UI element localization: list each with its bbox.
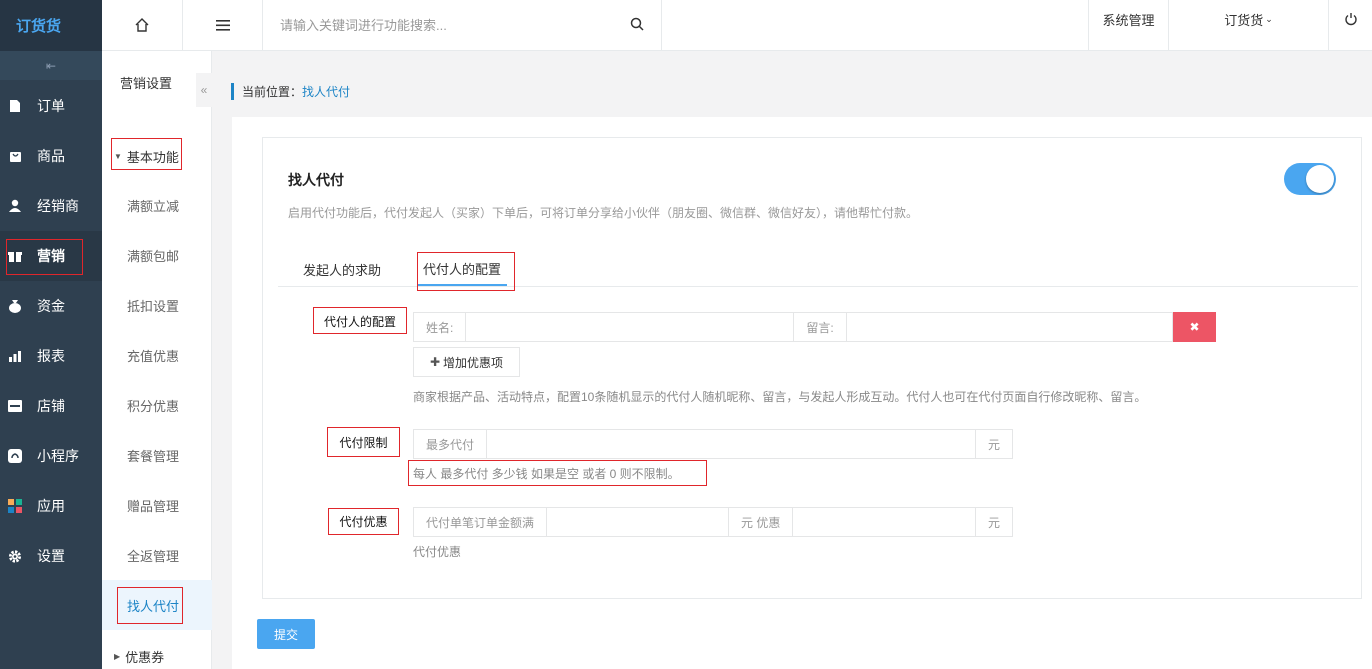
- nav-label: 资金: [37, 298, 65, 314]
- subnav-group-label: 优惠券: [125, 650, 165, 665]
- collapse-subnav-button[interactable]: «: [196, 73, 212, 107]
- search-bar: [263, 0, 662, 50]
- search-input[interactable]: [280, 3, 620, 47]
- power-icon: [1344, 13, 1357, 26]
- nav-label: 商品: [37, 148, 65, 164]
- payer-name-input[interactable]: [466, 313, 794, 341]
- currency-unit-addon: 元: [974, 508, 1012, 536]
- collapse-menu-icon[interactable]: ⇤: [0, 51, 102, 80]
- max-payment-input[interactable]: [487, 430, 975, 458]
- home-icon: [135, 18, 149, 32]
- nav-label: 应用: [37, 498, 65, 514]
- message-addon: 留言:: [793, 313, 847, 341]
- power-button[interactable]: [1329, 0, 1372, 50]
- double-chevron-left-icon: «: [200, 83, 208, 97]
- subnav-item[interactable]: 充值优惠: [102, 330, 212, 380]
- subnav-item[interactable]: 满额包邮: [102, 230, 212, 280]
- enable-toggle[interactable]: [1284, 163, 1336, 195]
- payment-limit-input-group: 最多代付 元: [413, 429, 1013, 459]
- payer-config-hint: 商家根据产品、活动特点，配置10条随机显示的代付人随机昵称、留言，与发起人形成互…: [413, 390, 1147, 404]
- document-icon: [8, 99, 22, 113]
- subnav-item[interactable]: 抵扣设置: [102, 280, 212, 330]
- nav-item-orders[interactable]: 订单: [0, 81, 102, 131]
- highlight-box: [408, 460, 707, 486]
- discount-addon: 元 优惠: [728, 508, 794, 536]
- add-discount-item-label: 增加优惠项: [443, 355, 504, 370]
- nav-item-settings[interactable]: 设置: [0, 531, 102, 581]
- card-title: 找人代付: [288, 172, 344, 188]
- nav-item-apps[interactable]: 应用: [0, 481, 102, 531]
- remove-row-button[interactable]: ✖: [1173, 312, 1216, 342]
- discount-amount-input[interactable]: [793, 508, 975, 536]
- payer-config-input-group: 姓名: 留言:: [413, 312, 1173, 342]
- nav-item-reports[interactable]: 报表: [0, 331, 102, 381]
- highlight-box: [313, 307, 407, 334]
- nav-item-products[interactable]: 商品: [0, 131, 102, 181]
- subnav-group-coupons[interactable]: ▶ 优惠券: [114, 647, 164, 666]
- logo[interactable]: 订货货: [0, 0, 102, 51]
- order-amount-input[interactable]: [547, 508, 729, 536]
- top-header: 系统管理 订货货 ⌄: [102, 0, 1372, 51]
- store-icon: [8, 399, 22, 413]
- caret-right-icon: ▶: [114, 652, 121, 661]
- max-payment-addon: 最多代付: [414, 430, 488, 458]
- subnav-item[interactable]: 积分优惠: [102, 380, 212, 430]
- name-addon: 姓名:: [414, 313, 467, 341]
- payment-discount-input-group: 代付单笔订单金额满 元 优惠 元: [413, 507, 1013, 537]
- nav-label: 报表: [37, 348, 65, 364]
- submit-button[interactable]: 提交: [257, 619, 315, 649]
- subnav-item[interactable]: 全返管理: [102, 530, 212, 580]
- payer-message-input[interactable]: [846, 313, 1172, 341]
- breadcrumb-prefix: 当前位置：: [242, 85, 303, 99]
- apps-icon: [8, 499, 22, 513]
- search-icon[interactable]: [630, 17, 644, 31]
- subnav-item[interactable]: 赠品管理: [102, 480, 212, 530]
- nav-item-store[interactable]: 店铺: [0, 381, 102, 431]
- order-amount-addon: 代付单笔订单金额满: [414, 508, 548, 536]
- money-bag-icon: [8, 299, 22, 313]
- nav-item-mini-program[interactable]: 小程序: [0, 431, 102, 481]
- highlight-box: [417, 252, 515, 291]
- user-icon: [8, 199, 22, 213]
- nav-label: 店铺: [37, 398, 65, 414]
- system-management-label: 系统管理: [1102, 12, 1155, 28]
- breadcrumb-current[interactable]: 找人代付: [302, 83, 350, 100]
- chevron-down-icon: ⌄: [1265, 13, 1273, 24]
- account-label: 订货货: [1224, 12, 1264, 28]
- hamburger-icon: [215, 20, 230, 31]
- system-management-link[interactable]: 系统管理: [1088, 0, 1169, 50]
- home-button[interactable]: [102, 0, 183, 50]
- highlight-box: [111, 138, 182, 170]
- highlight-box: [328, 508, 399, 535]
- highlight-box: [327, 427, 400, 457]
- card-description: 启用代付功能后，代付发起人（买家）下单后，可将订单分享给小伙伴（朋友圈、微信群、…: [288, 206, 919, 220]
- highlight-box: [117, 587, 183, 624]
- gear-icon: [8, 549, 22, 563]
- subnav-title: 营销设置: [119, 76, 172, 91]
- highlight-box: [6, 239, 83, 275]
- plus-icon: ✚: [429, 355, 441, 369]
- currency-unit-addon: 元: [974, 430, 1012, 458]
- add-discount-item-button[interactable]: ✚ 增加优惠项: [413, 347, 520, 377]
- nav-label: 设置: [37, 548, 65, 564]
- main-sidebar: 订货货 ⇤ 订单 商品 经销商 营销 资金 报表 店铺 小程序 应用 设置: [0, 0, 102, 669]
- mini-program-icon: [8, 449, 22, 463]
- nav-label: 经销商: [37, 198, 79, 214]
- nav-label: 订单: [37, 98, 65, 114]
- menu-toggle-button[interactable]: [183, 0, 263, 50]
- account-dropdown[interactable]: 订货货 ⌄: [1169, 0, 1329, 50]
- breadcrumb: 当前位置： 找人代付: [231, 83, 350, 100]
- close-icon: ✖: [1189, 320, 1200, 334]
- subnav-item[interactable]: 套餐管理: [102, 430, 212, 480]
- bag-icon: [8, 149, 22, 163]
- tab-initiator-request[interactable]: 发起人的求助: [303, 252, 381, 286]
- nav-label: 小程序: [37, 448, 79, 464]
- nav-item-dealers[interactable]: 经销商: [0, 181, 102, 231]
- bar-chart-icon: [8, 349, 22, 363]
- nav-item-funds[interactable]: 资金: [0, 281, 102, 331]
- subnav-item[interactable]: 满额立减: [102, 180, 212, 230]
- payment-discount-hint: 代付优惠: [413, 545, 462, 559]
- toggle-knob: [1306, 165, 1334, 193]
